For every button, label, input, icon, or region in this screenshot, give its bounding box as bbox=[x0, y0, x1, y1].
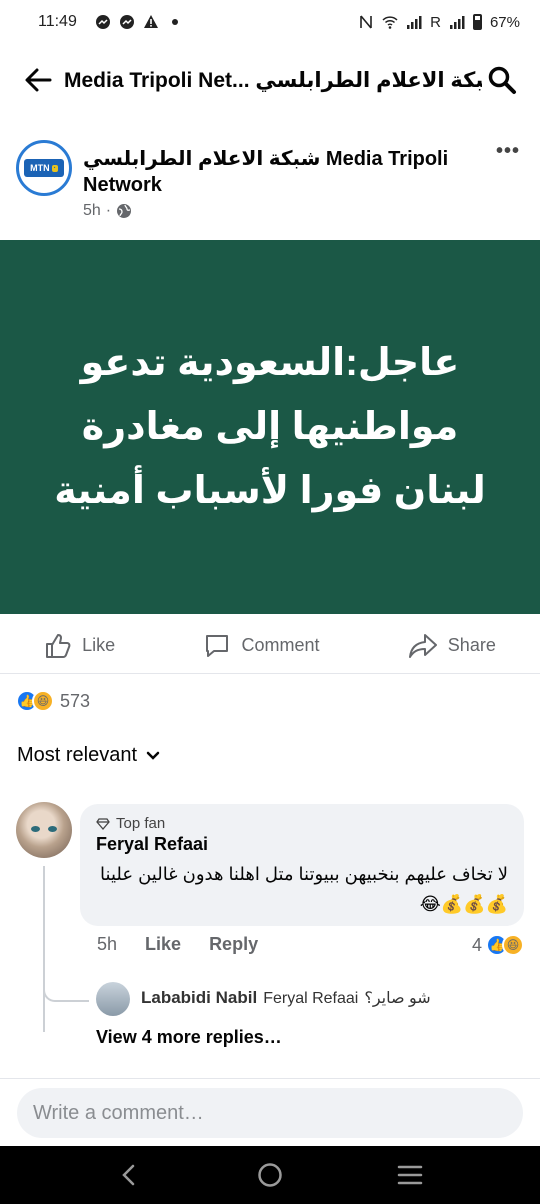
reaction-count: 573 bbox=[60, 690, 91, 711]
status-time: 11:49 bbox=[38, 13, 77, 30]
like-button[interactable]: Like bbox=[44, 632, 115, 660]
comment-author[interactable]: Feryal Refaai bbox=[96, 834, 508, 855]
post-header: MTN · شبكة الاعلام الطرابلسي Media Tripol… bbox=[16, 140, 524, 226]
comment-time: 5h bbox=[97, 934, 118, 954]
signal-icon bbox=[449, 16, 465, 29]
signal-icon bbox=[407, 16, 422, 29]
nfc-icon bbox=[360, 15, 372, 29]
nav-menu-icon bbox=[397, 1165, 423, 1185]
thread-branch bbox=[43, 980, 89, 1002]
comment-label: Comment bbox=[241, 635, 320, 655]
reactions-summary[interactable]: 👍 😆 573 bbox=[16, 690, 90, 712]
comment-like-button[interactable]: Like bbox=[145, 934, 181, 955]
top-app-bar: Media Tripoli Net... شبكة الاعلام الطراب… bbox=[0, 52, 540, 108]
comment-bubble[interactable]: Top fan Feryal Refaai لا تخاف عليهم بنخب… bbox=[80, 804, 524, 926]
status-right: R 67% bbox=[358, 14, 520, 31]
post-meta: 5h · bbox=[83, 202, 132, 220]
page-name[interactable]: شبكة الاعلام الطرابلسي Media Tripoli Net… bbox=[83, 146, 453, 198]
comment-input[interactable] bbox=[17, 1088, 523, 1138]
comment-meta: 5h Like Reply bbox=[97, 934, 258, 955]
comment-sort-dropdown[interactable]: Most relevant bbox=[17, 744, 161, 767]
avatar-eye bbox=[31, 826, 40, 832]
nav-back-icon bbox=[122, 1164, 135, 1186]
back-button[interactable] bbox=[18, 60, 58, 100]
status-bar: 11:49 R 67% bbox=[0, 0, 540, 44]
post-image[interactable]: عاجل:السعودية تدعو مواطنيها إلى مغادرة ل… bbox=[0, 240, 540, 614]
share-button[interactable]: Share bbox=[408, 632, 496, 660]
haha-reaction-icon: 😆 bbox=[502, 934, 524, 956]
post-time[interactable]: 5h bbox=[83, 202, 101, 220]
comment-text: لا تخاف عليهم بنخبيهن ببيوتنا متل اهلنا … bbox=[100, 864, 508, 914]
meta-separator: · bbox=[105, 202, 112, 219]
nav-recents-button[interactable] bbox=[386, 1151, 434, 1199]
page-logo: MTN · bbox=[24, 159, 64, 177]
page-title: Media Tripoli Net... شبكة الاعلام الطراب… bbox=[64, 68, 482, 92]
back-arrow-icon bbox=[25, 68, 52, 92]
globe-icon bbox=[117, 204, 132, 218]
thread-line bbox=[43, 866, 45, 1032]
battery-percent: 67% bbox=[489, 13, 520, 31]
share-icon bbox=[408, 633, 437, 658]
haha-reaction-icon: 😆 bbox=[32, 690, 54, 712]
search-button[interactable] bbox=[482, 60, 522, 100]
commenter-avatar[interactable] bbox=[16, 802, 72, 858]
more-options-button[interactable]: ••• bbox=[496, 140, 520, 163]
comment-reaction-count: 4 bbox=[471, 934, 482, 955]
nav-back-button[interactable] bbox=[106, 1151, 154, 1199]
messenger-icon bbox=[119, 15, 134, 29]
comment-composer bbox=[0, 1078, 540, 1146]
nav-home-icon bbox=[258, 1163, 282, 1187]
reply-mention[interactable]: Feryal Refaai bbox=[263, 990, 358, 1008]
notification-icons bbox=[95, 14, 183, 30]
dot-icon bbox=[171, 19, 178, 25]
chevron-down-icon bbox=[146, 751, 160, 760]
messenger-icon bbox=[95, 15, 110, 29]
reply-text: شو صاير؟ bbox=[364, 990, 431, 1007]
system-nav-bar bbox=[0, 1146, 540, 1204]
top-fan-label: Top fan bbox=[116, 815, 166, 832]
diamond-icon bbox=[96, 817, 110, 830]
reaction-icons: 👍 😆 bbox=[16, 690, 54, 712]
view-more-replies-link[interactable]: View 4 more replies… bbox=[96, 1027, 282, 1048]
thumbs-up-icon bbox=[46, 633, 71, 658]
search-icon bbox=[488, 66, 516, 94]
like-label: Like bbox=[82, 635, 116, 655]
comment-icon bbox=[206, 634, 229, 657]
roaming-indicator: R bbox=[430, 13, 441, 31]
share-label: Share bbox=[447, 635, 496, 655]
reply-preview[interactable]: Lababidi Nabil Feryal Refaai شو صاير؟ bbox=[141, 988, 431, 1008]
warning-icon bbox=[143, 15, 158, 28]
comment-button[interactable]: Comment bbox=[203, 632, 320, 660]
battery-icon bbox=[472, 14, 482, 30]
reply-author[interactable]: Lababidi Nabil bbox=[141, 988, 257, 1008]
sort-label: Most relevant bbox=[17, 744, 138, 766]
page-avatar[interactable]: MTN · bbox=[16, 140, 72, 196]
comment-reply-button[interactable]: Reply bbox=[209, 934, 258, 955]
wifi-icon bbox=[382, 16, 398, 29]
post-image-text: عاجل:السعودية تدعو مواطنيها إلى مغادرة ل… bbox=[54, 342, 486, 512]
comment-reactions[interactable]: 4 👍 😆 bbox=[472, 934, 524, 956]
avatar-eye bbox=[48, 826, 57, 832]
top-fan-badge: Top fan bbox=[96, 815, 508, 832]
reply-avatar[interactable] bbox=[96, 982, 130, 1016]
nav-home-button[interactable] bbox=[246, 1151, 294, 1199]
post-actions: Like Comment Share bbox=[0, 618, 540, 674]
